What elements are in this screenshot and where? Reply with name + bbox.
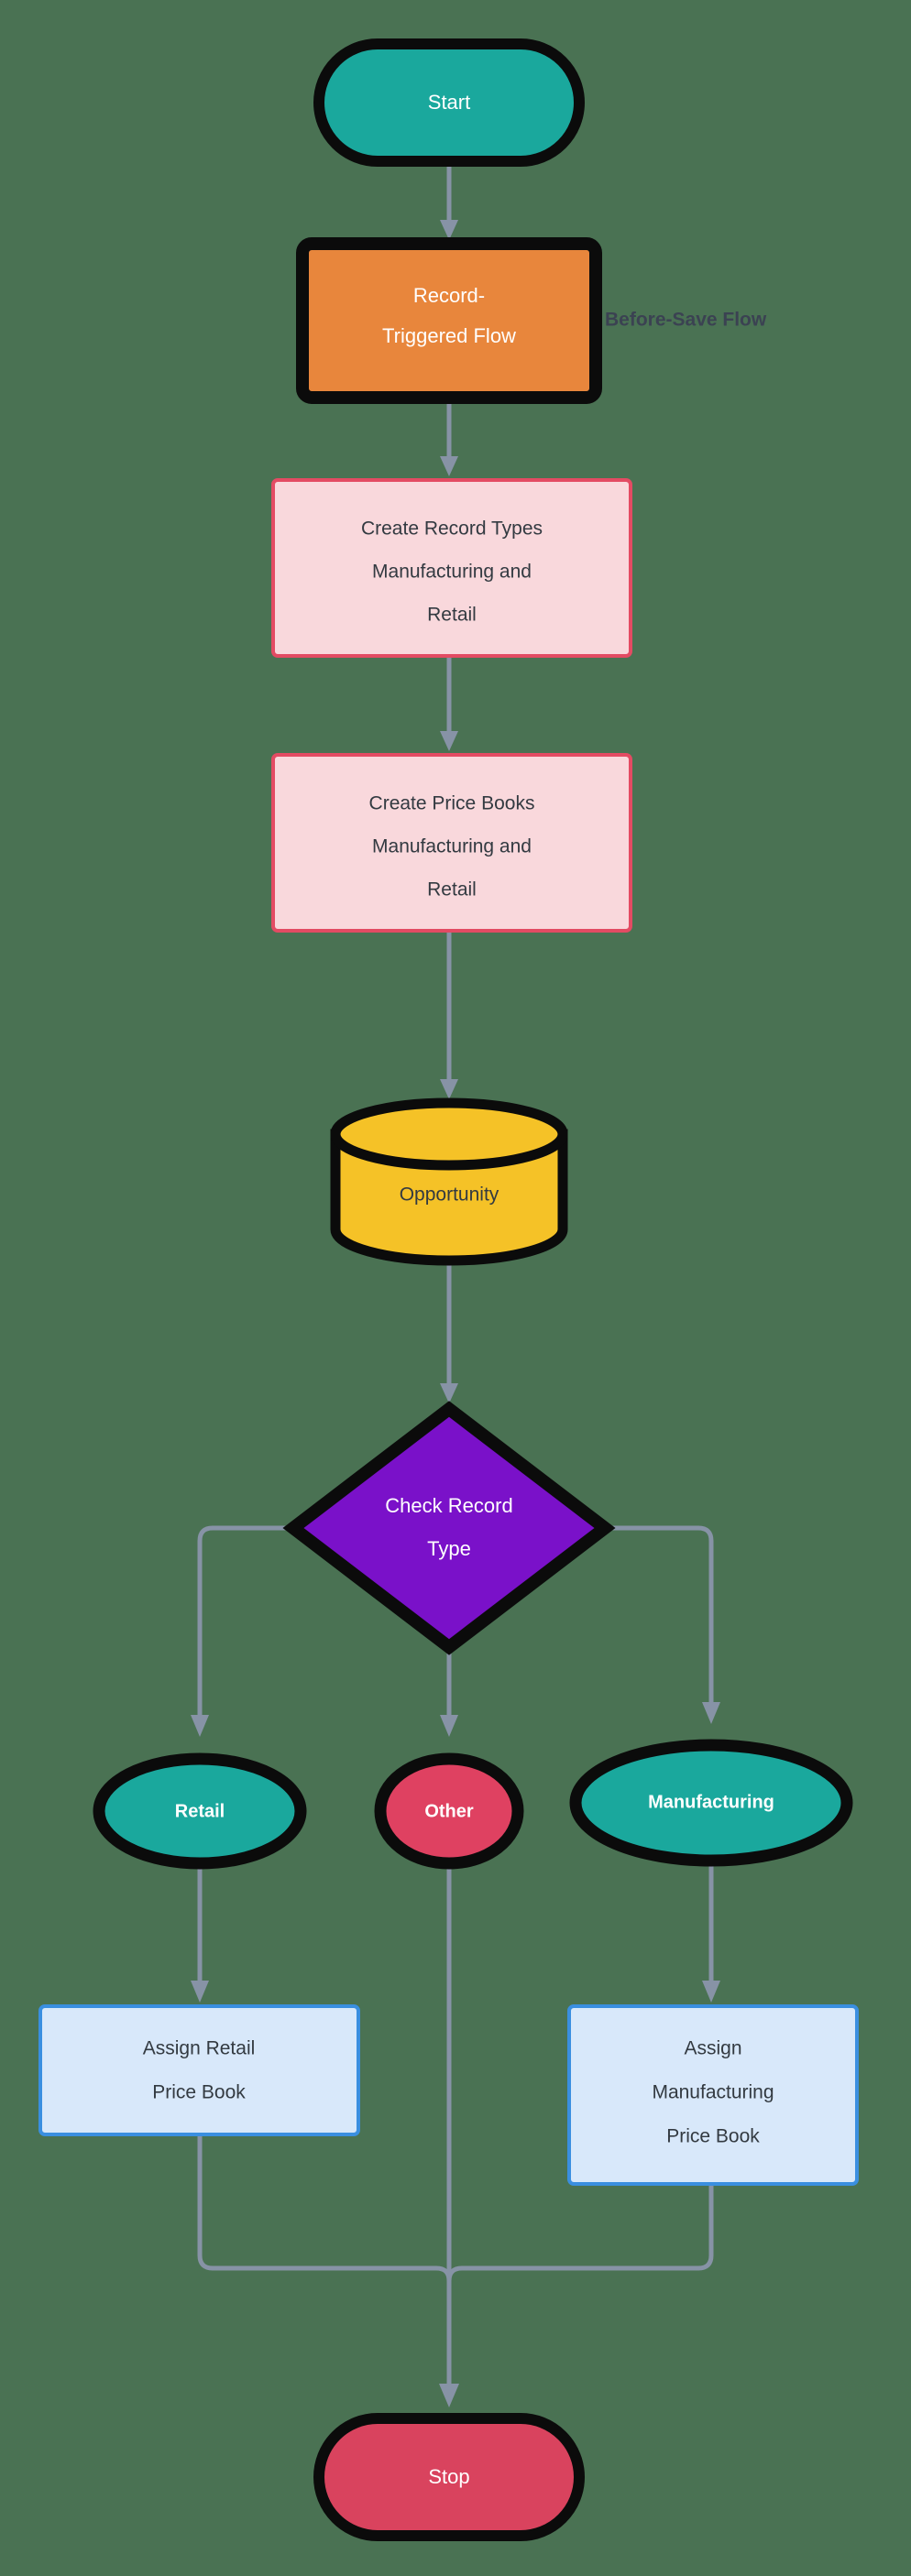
create-price-books-label-line2: Manufacturing and	[372, 836, 532, 857]
node-stop[interactable]: Stop	[313, 2413, 585, 2541]
node-opportunity[interactable]: Opportunity	[330, 1097, 568, 1266]
other-label: Other	[424, 1801, 474, 1821]
edge-record-triggered-flow-to-create-record-types	[440, 399, 458, 476]
flowchart-svg: Before-Save Flow Start Record- Triggered…	[38, 38, 859, 2541]
create-record-types-label-line1: Create Record Types	[361, 518, 543, 540]
node-other[interactable]: Other	[374, 1752, 524, 1870]
edge-create-record-types-to-create-price-books	[440, 658, 458, 751]
start-label: Start	[428, 91, 470, 114]
opportunity-cylinder-top	[330, 1097, 568, 1171]
edge-start-to-record-triggered-flow	[440, 161, 458, 240]
assign-retail-price-book-label-line1: Assign Retail	[143, 2038, 256, 2059]
edge-check-record-type-to-manufacturing	[603, 1525, 720, 1724]
edge-assign-retail-price-book-to-stop	[197, 2133, 452, 2391]
record-triggered-flow-label-line1: Record-	[413, 284, 485, 307]
create-price-books-label-line1: Create Price Books	[369, 793, 535, 814]
node-assign-manufacturing-price-book[interactable]: Assign Manufacturing Price Book	[567, 2004, 859, 2186]
edge-check-record-type-to-retail	[191, 1525, 295, 1737]
flowchart-canvas: Before-Save Flow Start Record- Triggered…	[0, 0, 911, 2576]
assign-retail-price-book-label-line2: Price Book	[152, 2082, 246, 2103]
edge-assign-manufacturing-price-book-to-stop	[446, 2184, 714, 2391]
create-record-types-label-line2: Manufacturing and	[372, 562, 532, 583]
check-record-type-shape	[282, 1401, 616, 1655]
arrow-into-stop	[439, 2384, 459, 2407]
node-retail[interactable]: Retail	[93, 1752, 307, 1870]
record-triggered-flow-shape	[296, 237, 602, 404]
edge-opportunity-to-check-record-type	[440, 1264, 458, 1403]
node-manufacturing[interactable]: Manufacturing	[569, 1739, 853, 1867]
check-record-type-label-line1: Check Record	[385, 1494, 512, 1517]
edge-check-record-type-to-other	[440, 1652, 458, 1737]
record-triggered-flow-label-line2: Triggered Flow	[382, 324, 516, 347]
manufacturing-label: Manufacturing	[648, 1792, 774, 1812]
opportunity-label: Opportunity	[400, 1184, 499, 1206]
create-price-books-label-line3: Retail	[427, 879, 477, 901]
node-start[interactable]: Start	[313, 38, 585, 167]
node-create-record-types[interactable]: Create Record Types Manufacturing and Re…	[271, 478, 632, 658]
node-check-record-type[interactable]: Check Record Type	[282, 1401, 616, 1655]
node-record-triggered-flow[interactable]: Record- Triggered Flow	[296, 237, 602, 404]
create-record-types-label-line3: Retail	[427, 605, 477, 626]
assign-manufacturing-price-book-label-line1: Assign	[684, 2038, 741, 2059]
assign-manufacturing-price-book-label-line2: Manufacturing	[652, 2082, 774, 2103]
node-assign-retail-price-book[interactable]: Assign Retail Price Book	[38, 2004, 360, 2136]
assign-manufacturing-price-book-label-line3: Price Book	[666, 2126, 760, 2147]
node-create-price-books[interactable]: Create Price Books Manufacturing and Ret…	[271, 753, 632, 933]
assign-retail-price-book-shape	[38, 2004, 360, 2136]
edge-create-price-books-to-opportunity	[440, 933, 458, 1099]
stop-label: Stop	[428, 2465, 469, 2488]
retail-label: Retail	[175, 1801, 225, 1821]
cluster-label-before-save-flow: Before-Save Flow	[605, 310, 767, 331]
check-record-type-label-line2: Type	[427, 1537, 471, 1560]
